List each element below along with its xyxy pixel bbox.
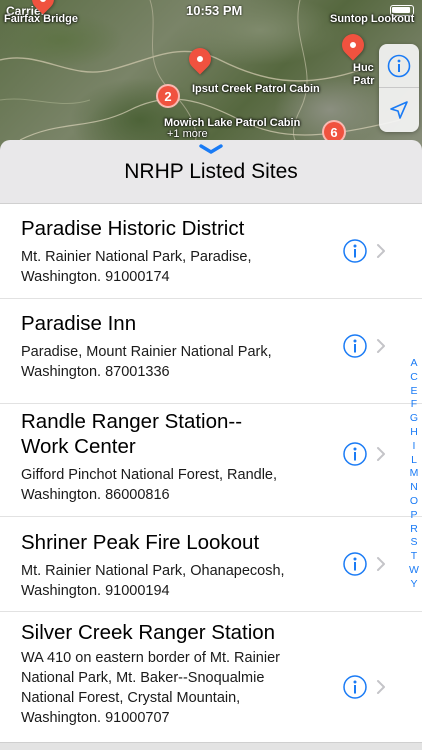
index-letter-t[interactable]: T bbox=[407, 550, 421, 564]
index-letter-r[interactable]: R bbox=[407, 523, 421, 537]
site-name-line: Randle Ranger Station-- bbox=[21, 410, 243, 433]
map-view[interactable]: Carrier 10:53 PM Fairfax Bridge Suntop L… bbox=[0, 0, 422, 160]
site-address-line: Washington. 91000174 bbox=[21, 269, 170, 285]
index-letter-h[interactable]: H bbox=[407, 426, 421, 440]
index-letter-f[interactable]: F bbox=[407, 398, 421, 412]
info-icon[interactable] bbox=[342, 674, 368, 700]
info-icon bbox=[387, 54, 411, 77]
index-letter-n[interactable]: N bbox=[407, 481, 421, 495]
index-letter-l[interactable]: L bbox=[407, 454, 421, 468]
site-address: Mt. Rainier National Park, Paradise, Was… bbox=[0, 247, 320, 287]
site-address-line: WA 410 on eastern border of Mt. Rainier bbox=[21, 650, 280, 666]
index-letter-e[interactable]: E bbox=[407, 385, 421, 399]
bottom-edge bbox=[0, 742, 422, 750]
chevron-right-icon bbox=[377, 680, 385, 694]
site-address-line: Washington. 87001336 bbox=[21, 364, 170, 380]
map-label-fairfax-bridge[interactable]: Fairfax Bridge bbox=[4, 13, 78, 25]
map-label-patrol[interactable]: Patr bbox=[353, 75, 374, 87]
site-address: Gifford Pinchot National Forest, Randle,… bbox=[0, 465, 320, 505]
map-cluster-marker[interactable]: 2 bbox=[156, 84, 180, 108]
list-item[interactable]: Paradise Inn Paradise, Mount Rainier Nat… bbox=[0, 299, 422, 404]
site-name: Silver Creek Ranger Station bbox=[21, 621, 276, 644]
index-letter-y[interactable]: Y bbox=[407, 578, 421, 592]
map-label-ipsut-creek[interactable]: Ipsut Creek Patrol Cabin bbox=[192, 83, 320, 95]
map-label-suntop-lookout[interactable]: Suntop Lookout bbox=[330, 13, 414, 25]
clock: 10:53 PM bbox=[186, 3, 243, 18]
site-address-line: Mt. Rainier National Park, Paradise, bbox=[21, 249, 252, 265]
info-icon[interactable] bbox=[342, 551, 368, 577]
chevron-right-icon bbox=[377, 557, 385, 571]
chevron-right-icon bbox=[377, 244, 385, 258]
chevron-right-icon bbox=[377, 339, 385, 353]
site-address-line: Gifford Pinchot National Forest, Randle, bbox=[21, 467, 278, 483]
index-letter-m[interactable]: M bbox=[407, 467, 421, 481]
list-item[interactable]: Paradise Historic District Mt. Rainier N… bbox=[0, 204, 422, 299]
list-item[interactable]: Silver Creek Ranger Station WA 410 on ea… bbox=[0, 612, 422, 742]
location-arrow-icon bbox=[390, 101, 408, 119]
site-address: Paradise, Mount Rainier National Park, W… bbox=[0, 342, 320, 382]
locate-me-button[interactable] bbox=[379, 88, 419, 132]
section-index[interactable]: A C E F G H I L M N O P R S T W Y bbox=[407, 357, 421, 592]
site-name-line: Work Center bbox=[21, 435, 136, 458]
index-letter-w[interactable]: W bbox=[407, 564, 421, 578]
chevron-right-icon bbox=[377, 447, 385, 461]
site-name: Paradise Historic District bbox=[21, 217, 245, 240]
index-letter-o[interactable]: O bbox=[407, 495, 421, 509]
site-address: Mt. Rainier National Park, Ohanapecosh, … bbox=[0, 561, 320, 601]
site-address-line: Mt. Rainier National Park, Ohanapecosh, bbox=[21, 563, 285, 579]
site-address-line: National Park, Mt. Baker--Snoqualmie bbox=[21, 670, 265, 686]
site-name: Paradise Inn bbox=[21, 312, 137, 335]
index-letter-p[interactable]: P bbox=[407, 509, 421, 523]
list-item[interactable]: Shriner Peak Fire Lookout Mt. Rainier Na… bbox=[0, 517, 422, 612]
site-list[interactable]: Paradise Historic District Mt. Rainier N… bbox=[0, 204, 422, 742]
index-letter-i[interactable]: I bbox=[407, 440, 421, 454]
index-letter-g[interactable]: G bbox=[407, 412, 421, 426]
site-address-line: National Forest, Crystal Mountain, bbox=[21, 690, 241, 706]
info-icon[interactable] bbox=[342, 333, 368, 359]
info-icon[interactable] bbox=[342, 238, 368, 264]
site-address-line: Washington. 86000816 bbox=[21, 487, 170, 503]
sheet-title: NRHP Listed Sites bbox=[124, 160, 298, 183]
site-name: Randle Ranger Station-- Work Center bbox=[0, 404, 340, 459]
map-controls bbox=[379, 44, 419, 132]
map-label-huckleberry[interactable]: Huc bbox=[353, 62, 374, 74]
index-letter-a[interactable]: A bbox=[407, 357, 421, 371]
info-icon[interactable] bbox=[342, 441, 368, 467]
site-address-line: Paradise, Mount Rainier National Park, bbox=[21, 344, 272, 360]
site-address-line: Washington. 91000707 bbox=[21, 710, 170, 726]
chevron-down-icon[interactable] bbox=[199, 144, 223, 154]
map-label-more[interactable]: +1 more bbox=[167, 128, 208, 140]
list-item[interactable]: Randle Ranger Station-- Work Center Giff… bbox=[0, 404, 422, 517]
index-letter-c[interactable]: C bbox=[407, 371, 421, 385]
site-address: WA 410 on eastern border of Mt. Rainier … bbox=[0, 648, 320, 728]
site-address-line: Washington. 91000194 bbox=[21, 583, 170, 599]
map-info-button[interactable] bbox=[379, 44, 419, 88]
sheet-header[interactable]: NRHP Listed Sites bbox=[0, 140, 422, 204]
site-name: Shriner Peak Fire Lookout bbox=[21, 531, 260, 554]
index-letter-s[interactable]: S bbox=[407, 536, 421, 550]
